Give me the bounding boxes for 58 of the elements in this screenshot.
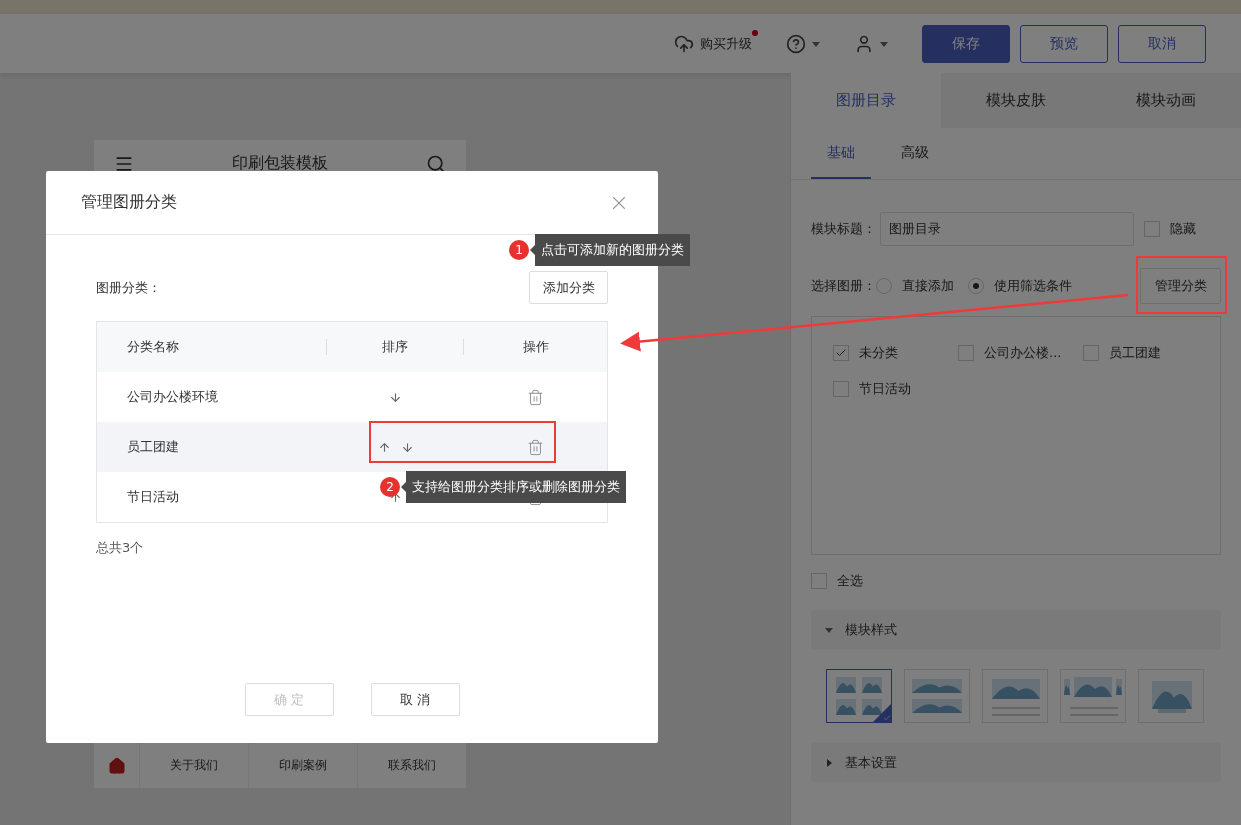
- panel-tab[interactable]: 模块动画: [1091, 73, 1241, 128]
- delete-icon[interactable]: [527, 438, 544, 456]
- column-header: 分类名称: [127, 338, 179, 356]
- checkbox-label: 隐藏: [1170, 220, 1196, 238]
- manage-categories-button[interactable]: 管理分类: [1140, 268, 1221, 304]
- category-checkbox[interactable]: [1083, 345, 1099, 361]
- category-checkbox[interactable]: [958, 345, 974, 361]
- site-title: 印刷包装模板: [232, 153, 328, 174]
- delete-icon[interactable]: [527, 388, 544, 406]
- toolbar-button[interactable]: 取消: [1118, 24, 1206, 63]
- toolbar-button[interactable]: 预览: [1020, 24, 1108, 63]
- checkbox-label: 员工团建: [1109, 344, 1161, 362]
- caret-icon: [825, 625, 833, 634]
- table-cell: 员工团建: [97, 422, 327, 472]
- home-icon[interactable]: [107, 756, 126, 775]
- field-label: 选择图册：: [811, 277, 876, 295]
- column-header: 操作: [522, 338, 549, 356]
- dialog-title: 管理图册分类: [81, 192, 177, 213]
- section-header[interactable]: 基本设置: [811, 743, 1221, 782]
- move-down-icon[interactable]: [400, 440, 414, 454]
- move-down-icon[interactable]: [389, 390, 402, 404]
- total-count: 总共3个: [96, 539, 145, 557]
- radio-label: 直接添加: [902, 277, 954, 295]
- checkbox-label: 全选: [837, 572, 863, 590]
- check-icon: [835, 347, 847, 359]
- search-icon[interactable]: [426, 153, 446, 174]
- annotation-tooltip: 点击可添加新的图册分类: [530, 234, 690, 266]
- field-label: 模块标题：: [811, 220, 876, 238]
- panel-tab[interactable]: 模块皮肤: [941, 73, 1091, 128]
- caret-icon: [812, 39, 820, 48]
- user-icon[interactable]: [854, 33, 874, 54]
- title-input[interactable]: 图册目录: [880, 212, 1134, 246]
- field-label: 图册分类：: [96, 278, 161, 297]
- category-checkbox[interactable]: [833, 381, 849, 397]
- checkbox-label: 公司办公楼...: [984, 344, 1062, 362]
- caret-icon: [825, 758, 833, 767]
- select-all-checkbox[interactable]: [811, 573, 827, 589]
- upgrade-link[interactable]: 购买升级: [700, 34, 752, 53]
- panel-tab[interactable]: 图册目录: [791, 73, 941, 128]
- annotation-tooltip: 支持给图册分类排序或删除图册分类: [401, 471, 626, 503]
- layout-option[interactable]: [826, 669, 892, 723]
- cancel-button[interactable]: 取 消: [370, 683, 460, 716]
- cloud-upload-icon[interactable]: [674, 33, 694, 54]
- sub-tab[interactable]: 高级: [885, 128, 945, 179]
- checkbox-label: 节日活动: [859, 380, 911, 398]
- nav-link[interactable]: 联系我们: [358, 743, 466, 788]
- category-checkbox[interactable]: [833, 345, 849, 361]
- checkbox-label: 未分类: [859, 344, 898, 362]
- section-header[interactable]: 模块样式: [811, 610, 1221, 649]
- add-category-button[interactable]: 添加分类: [529, 271, 608, 304]
- caret-icon: [880, 39, 888, 48]
- toolbar-button[interactable]: 保存: [922, 24, 1010, 63]
- move-up-icon[interactable]: [377, 440, 391, 454]
- sub-tab[interactable]: 基础: [811, 128, 871, 179]
- hide-checkbox[interactable]: [1144, 221, 1160, 237]
- radio-label: 使用筛选条件: [994, 277, 1072, 295]
- column-header: 排序: [382, 338, 408, 356]
- help-icon[interactable]: [786, 33, 806, 54]
